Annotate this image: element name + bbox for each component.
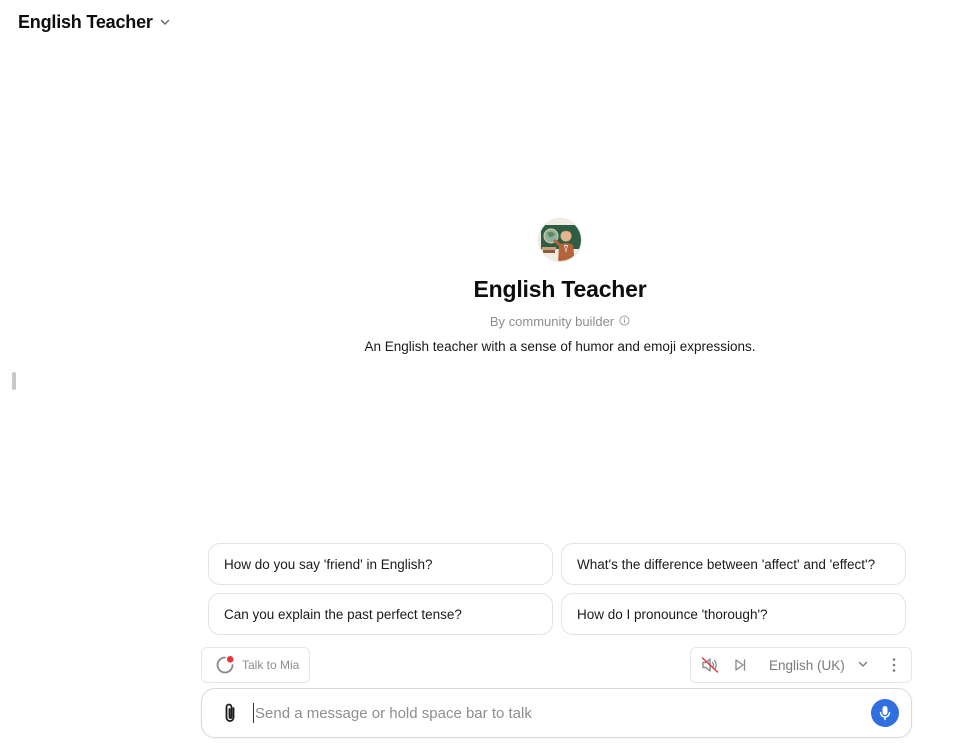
language-select[interactable]: English (UK) bbox=[769, 658, 869, 673]
sidebar-resize-handle[interactable] bbox=[12, 372, 16, 390]
gpt-avatar bbox=[538, 218, 582, 262]
suggestion-chip[interactable]: How do you say 'friend' in English? bbox=[208, 543, 553, 585]
skip-forward-icon[interactable] bbox=[725, 648, 755, 682]
language-label: English (UK) bbox=[769, 657, 845, 673]
talk-to-voice-button[interactable]: Talk to Mia bbox=[201, 647, 310, 683]
suggestion-grid: How do you say 'friend' in English? What… bbox=[208, 543, 906, 635]
gpt-name: English Teacher bbox=[473, 276, 647, 302]
recording-indicator-icon bbox=[215, 655, 235, 675]
suggestion-chip[interactable]: What's the difference between 'affect' a… bbox=[561, 543, 906, 585]
microphone-icon[interactable] bbox=[871, 699, 899, 727]
message-input[interactable] bbox=[253, 703, 871, 723]
chevron-down-icon bbox=[857, 658, 869, 673]
suggestion-chip[interactable]: How do I pronounce 'thorough'? bbox=[561, 593, 906, 635]
gpt-description: An English teacher with a sense of humor… bbox=[364, 339, 756, 354]
message-composer bbox=[201, 688, 912, 738]
info-icon[interactable] bbox=[619, 314, 630, 329]
gpt-title-dropdown[interactable]: English Teacher bbox=[18, 10, 171, 34]
more-vertical-icon[interactable] bbox=[877, 657, 911, 673]
gpt-intro: English Teacher By community builder An … bbox=[200, 218, 920, 354]
suggestion-chip[interactable]: Can you explain the past perfect tense? bbox=[208, 593, 553, 635]
byline-text: By community builder bbox=[489, 314, 615, 329]
chevron-down-icon bbox=[159, 16, 171, 28]
gpt-byline: By community builder bbox=[490, 314, 630, 329]
speaker-muted-icon[interactable] bbox=[695, 648, 725, 682]
paperclip-icon[interactable] bbox=[220, 702, 240, 724]
talk-label: Talk to Mia bbox=[242, 658, 300, 672]
voice-controls: English (UK) bbox=[690, 647, 912, 683]
page-title: English Teacher bbox=[18, 11, 153, 32]
